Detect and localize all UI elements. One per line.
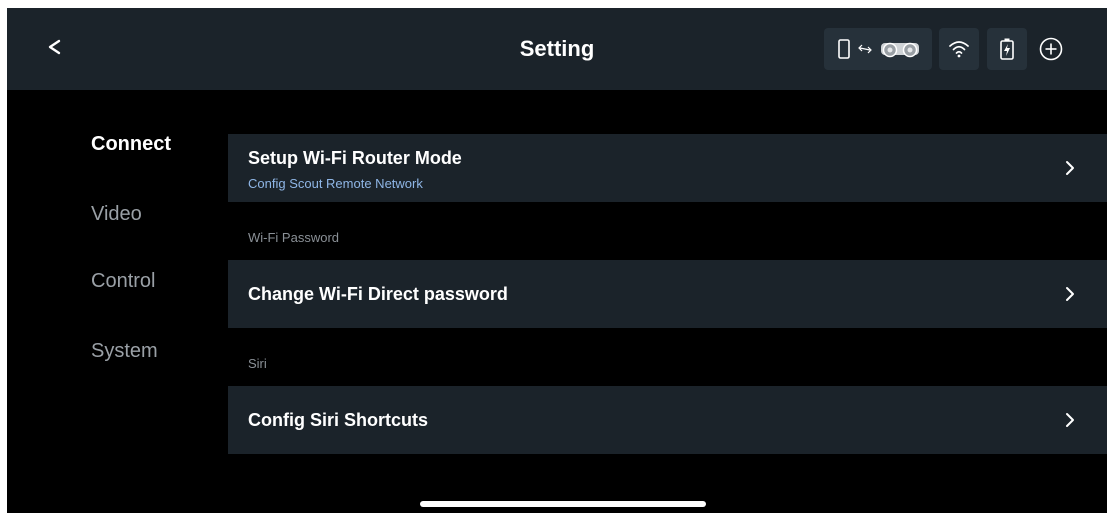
chevron-left-icon <box>48 39 61 55</box>
settings-screen: Setting Connect Video Control System Set… <box>7 8 1107 513</box>
wifi-icon <box>949 41 969 58</box>
back-button[interactable] <box>47 28 77 68</box>
phone-icon <box>838 39 850 59</box>
device-connection-status <box>824 28 932 70</box>
sidebar-item-video[interactable]: Video <box>91 203 142 226</box>
battery-charging-icon <box>1000 38 1014 60</box>
row-title: Setup Wi-Fi Router Mode <box>248 148 462 168</box>
wifi-router-mode-row[interactable]: Setup Wi-Fi Router Mode Config Scout Rem… <box>228 134 1107 202</box>
sidebar-item-connect[interactable]: Connect <box>91 133 171 156</box>
chevron-right-icon <box>1066 287 1074 301</box>
change-wifi-password-row[interactable]: Change Wi-Fi Direct password <box>228 260 1107 328</box>
sidebar-item-system[interactable]: System <box>91 340 158 363</box>
top-bar: Setting <box>7 8 1107 90</box>
siri-shortcuts-row[interactable]: Config Siri Shortcuts <box>228 386 1107 454</box>
rover-icon <box>881 42 919 58</box>
link-arrows-icon <box>858 44 872 54</box>
home-indicator[interactable] <box>420 501 706 507</box>
battery-status <box>987 28 1027 70</box>
chevron-right-icon <box>1066 161 1074 175</box>
plus-circle-icon <box>1039 37 1063 61</box>
sidebar-item-control[interactable]: Control <box>91 270 155 293</box>
add-button[interactable] <box>1038 36 1064 62</box>
row-title: Change Wi-Fi Direct password <box>248 284 508 304</box>
row-title: Config Siri Shortcuts <box>248 410 428 430</box>
section-label-siri: Siri <box>248 356 267 371</box>
wifi-status <box>939 28 979 70</box>
chevron-right-icon <box>1066 413 1074 427</box>
section-label-wifi-password: Wi-Fi Password <box>248 230 340 245</box>
row-subtitle: Config Scout Remote Network <box>248 176 423 191</box>
